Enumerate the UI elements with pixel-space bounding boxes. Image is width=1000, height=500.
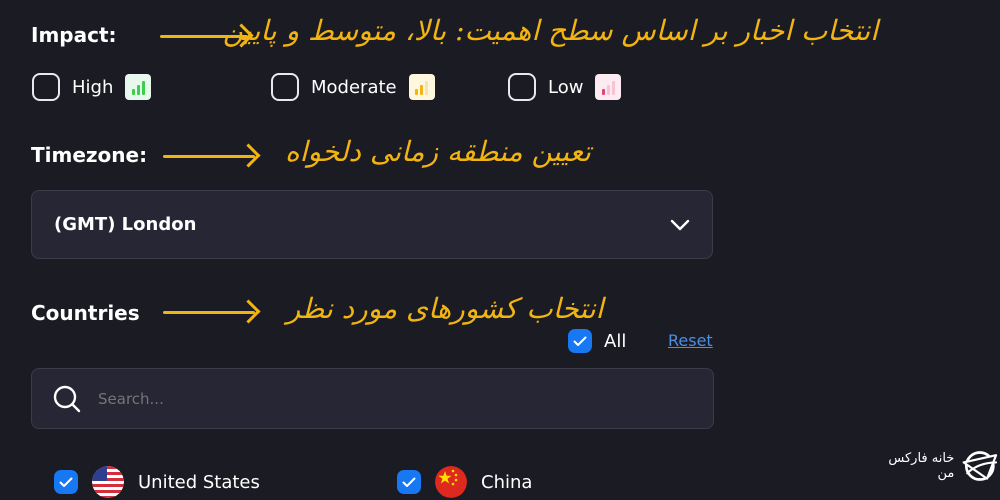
us-flag-icon bbox=[92, 466, 124, 498]
united-states-checkbox[interactable] bbox=[54, 470, 78, 494]
search-input[interactable] bbox=[96, 388, 693, 409]
countries-label: Countries bbox=[31, 301, 140, 325]
check-icon bbox=[402, 477, 416, 487]
countries-arrow-icon bbox=[163, 311, 255, 314]
low-checkbox[interactable] bbox=[508, 73, 536, 101]
country-item-china[interactable]: China bbox=[397, 466, 532, 498]
moderate-label: Moderate bbox=[311, 76, 397, 98]
brand-name: خانه فارکس من bbox=[888, 451, 955, 481]
impact-option-moderate[interactable]: Moderate bbox=[271, 73, 435, 101]
select-all-toggle[interactable]: All bbox=[568, 329, 626, 353]
china-checkbox[interactable] bbox=[397, 470, 421, 494]
reset-link[interactable]: Reset bbox=[668, 331, 713, 350]
timezone-arrow-icon bbox=[163, 155, 255, 158]
timezone-note: تعیین منطقه زمانی دلخواه bbox=[285, 135, 591, 168]
all-checkbox[interactable] bbox=[568, 329, 592, 353]
brand-watermark: خانه فارکس من bbox=[876, 444, 1000, 488]
impact-option-high[interactable]: High bbox=[32, 73, 152, 101]
impact-option-low[interactable]: Low bbox=[508, 73, 622, 101]
search-icon bbox=[53, 385, 81, 412]
countries-note: انتخاب کشورهای مورد نظر bbox=[286, 292, 604, 325]
signal-high-icon bbox=[125, 74, 152, 100]
check-icon bbox=[573, 336, 587, 346]
low-label: Low bbox=[548, 76, 584, 98]
signal-low-icon bbox=[595, 74, 622, 100]
brand-logo-icon bbox=[962, 451, 998, 481]
all-label: All bbox=[604, 330, 627, 352]
country-item-united-states[interactable]: United States bbox=[54, 466, 260, 498]
chevron-down-icon bbox=[670, 219, 690, 230]
moderate-checkbox[interactable] bbox=[271, 73, 299, 101]
signal-moderate-icon bbox=[408, 74, 435, 100]
country-search[interactable] bbox=[31, 368, 714, 429]
timezone-selected-value: (GMT) London bbox=[54, 214, 197, 235]
china-label: China bbox=[481, 471, 533, 493]
impact-label: Impact: bbox=[31, 23, 117, 47]
impact-note: انتخاب اخبار بر اساس سطح اهمیت: بالا، مت… bbox=[222, 14, 878, 47]
china-flag-icon bbox=[435, 466, 467, 498]
high-checkbox[interactable] bbox=[32, 73, 60, 101]
timezone-select[interactable]: (GMT) London bbox=[31, 190, 713, 259]
united-states-label: United States bbox=[138, 471, 260, 493]
high-label: High bbox=[72, 76, 114, 98]
timezone-label: Timezone: bbox=[31, 143, 148, 167]
check-icon bbox=[59, 477, 73, 487]
